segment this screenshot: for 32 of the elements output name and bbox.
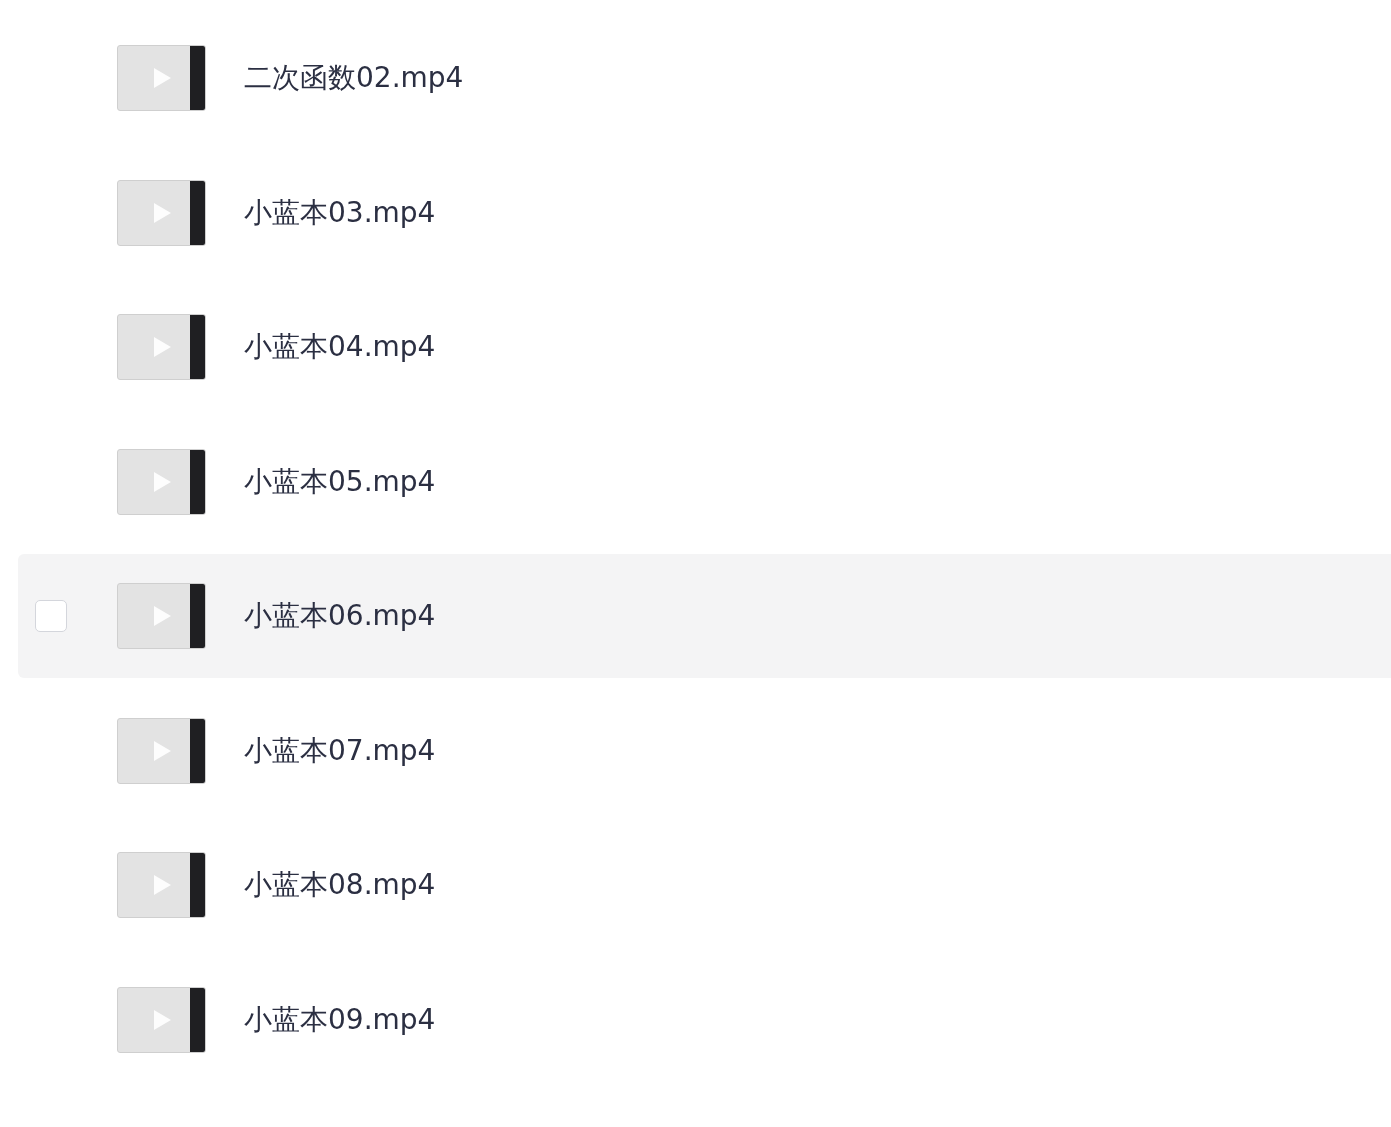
file-row[interactable]: 小蓝本03.mp4 — [18, 150, 1391, 275]
file-row[interactable]: 小蓝本04.mp4 — [18, 285, 1391, 409]
file-row[interactable]: 小蓝本08.mp4 — [18, 823, 1391, 947]
file-row[interactable]: 小蓝本09.mp4 — [18, 957, 1391, 1082]
video-thumbnail[interactable] — [117, 583, 206, 649]
checkbox[interactable] — [35, 600, 67, 632]
file-name[interactable]: 小蓝本06.mp4 — [244, 597, 436, 635]
play-icon — [151, 470, 172, 493]
play-icon — [151, 874, 172, 896]
file-name[interactable]: 小蓝本09.mp4 — [244, 1000, 436, 1039]
file-name[interactable]: 小蓝本03.mp4 — [244, 193, 436, 232]
file-row[interactable]: 小蓝本07.mp4 — [18, 688, 1391, 813]
file-row[interactable]: 二次函数02.mp4 — [18, 16, 1391, 140]
file-name[interactable]: 小蓝本07.mp4 — [244, 731, 436, 770]
play-icon — [151, 336, 172, 358]
file-name[interactable]: 二次函数02.mp4 — [244, 59, 464, 97]
file-name[interactable]: 小蓝本05.mp4 — [244, 462, 436, 501]
video-thumbnail[interactable] — [117, 179, 206, 246]
play-icon — [151, 1008, 172, 1031]
video-thumbnail[interactable] — [117, 45, 206, 111]
play-icon — [151, 67, 172, 89]
video-thumbnail[interactable] — [117, 717, 206, 784]
play-icon — [151, 201, 172, 224]
file-name[interactable]: 小蓝本08.mp4 — [244, 866, 436, 904]
file-name[interactable]: 小蓝本04.mp4 — [244, 328, 436, 366]
play-icon — [151, 739, 172, 762]
play-icon — [151, 605, 172, 627]
video-thumbnail[interactable] — [117, 448, 206, 515]
video-thumbnail[interactable] — [117, 314, 206, 380]
video-thumbnail[interactable] — [117, 852, 206, 918]
file-row[interactable]: 小蓝本05.mp4 — [18, 419, 1391, 544]
video-thumbnail[interactable] — [117, 986, 206, 1053]
